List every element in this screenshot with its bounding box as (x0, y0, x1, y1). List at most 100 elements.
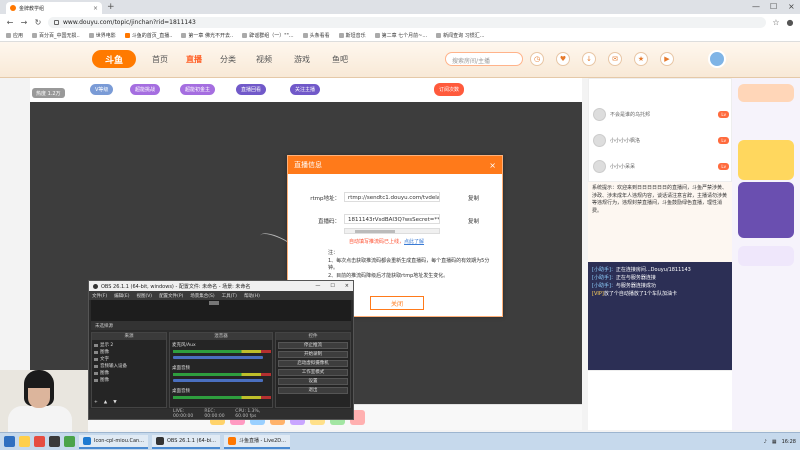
volume-icon[interactable]: ♪ (764, 439, 767, 445)
obs-menu-item[interactable]: 编辑(E) (114, 293, 129, 299)
url-field[interactable]: www.douyu.com/topic/jinchan?rid=1811143 (48, 16, 766, 28)
rank-row[interactable]: 小小小呆呆 Lv (593, 155, 729, 177)
douyu-logo[interactable]: 斗鱼 (92, 50, 136, 68)
rank-row[interactable]: 小小小小枫洛 Lv (593, 129, 729, 151)
learn-more-link[interactable]: 点此了解 (404, 239, 424, 245)
nav-game[interactable]: 游戏 (294, 54, 310, 65)
reload-icon[interactable]: ↻ (34, 18, 42, 27)
rtmp-address-field[interactable]: rtmp://sendtc1.douyu.com/tvdelay (344, 192, 440, 202)
source-item[interactable]: 图像 (94, 377, 166, 383)
forward-icon[interactable]: → (20, 18, 28, 27)
maximize-icon[interactable]: ☐ (770, 2, 777, 11)
up-icon[interactable]: ▲ (104, 400, 107, 405)
bookmark-item[interactable]: 应用 (6, 32, 23, 39)
preview-handle[interactable] (209, 301, 219, 305)
star-icon[interactable]: ☆ (772, 18, 780, 27)
close-window-icon[interactable]: × (788, 2, 795, 11)
bookmark-item[interactable]: 第二章 七个月前~... (374, 32, 427, 39)
fan-badge[interactable]: 超能初金主 (180, 84, 216, 95)
stop-streaming-button[interactable]: 停止推流 (278, 342, 348, 349)
bookmark-item[interactable]: 世界电影 (88, 32, 116, 39)
nav-live[interactable]: 直播 (186, 54, 202, 65)
explorer-icon[interactable] (19, 436, 30, 447)
copy-code-button[interactable]: 复制 (468, 217, 479, 225)
profile-icon[interactable]: ● (786, 18, 794, 27)
obs-menu-item[interactable]: 视图(V) (136, 293, 152, 299)
nav-video[interactable]: 视频 (256, 54, 272, 65)
source-item[interactable]: 图像 (94, 370, 166, 376)
obs-close-icon[interactable]: × (345, 283, 349, 289)
history-icon[interactable]: ◷ (530, 52, 544, 66)
obs-menu-item[interactable]: 配置文件(P) (159, 293, 183, 299)
broadcast-icon[interactable]: ▶ (660, 52, 674, 66)
down-icon[interactable]: ▼ (113, 400, 116, 405)
app-icon[interactable] (64, 436, 75, 447)
promo-card[interactable] (738, 246, 794, 266)
scrollbar-thumb[interactable] (355, 230, 395, 233)
nav-home[interactable]: 首页 (152, 54, 168, 65)
stream-code-field[interactable]: 1811143rVsdBAI3Q?wsSecret=******** (344, 214, 440, 224)
studio-mode-button[interactable]: 工作室模式 (278, 369, 348, 376)
message-icon[interactable]: ✉ (608, 52, 622, 66)
obs-minimize-icon[interactable]: — (315, 283, 320, 289)
bookmark-item[interactable]: 头条看看 (302, 32, 330, 39)
obs-menu-item[interactable]: 工具(T) (222, 293, 237, 299)
obs-maximize-icon[interactable]: ☐ (330, 283, 334, 289)
taskbar-app[interactable]: OBS 26.1.1 (64-bi... (151, 434, 220, 449)
challenge-badge[interactable]: 超能挑战 (130, 84, 161, 95)
source-item[interactable]: 图像 (94, 349, 166, 355)
exit-button[interactable]: 退出 (278, 387, 348, 394)
nav-yuba[interactable]: 鱼吧 (332, 54, 348, 65)
bookmark-item[interactable]: 斯坦音乐 (338, 32, 366, 39)
bookmark-item[interactable]: 斗鱼的首页_直播.. (124, 32, 172, 39)
bookmark-item[interactable]: 新闻查询 习惯汇... (436, 32, 485, 39)
volume-slider[interactable] (173, 356, 263, 359)
modal-close-button[interactable]: 关闭 (370, 296, 424, 310)
close-tab-icon[interactable]: × (93, 5, 98, 12)
follow-streamer-badge[interactable]: 关注主播 (290, 84, 321, 95)
chrome-icon[interactable] (34, 436, 45, 447)
source-item[interactable]: 显示 2 (94, 342, 166, 348)
nav-category[interactable]: 分类 (220, 54, 236, 65)
clock[interactable]: 16:28 (782, 439, 796, 445)
chat-input-area[interactable] (588, 370, 732, 430)
source-item[interactable]: 音频输入设备 (94, 363, 166, 369)
follow-icon[interactable]: ♥ (556, 52, 570, 66)
promo-card[interactable] (738, 140, 794, 180)
obs-menu-item[interactable]: 文件(F) (92, 293, 107, 299)
settings-button[interactable]: 设置 (278, 378, 348, 385)
level-badge[interactable]: V等级 (90, 84, 114, 95)
virtual-camera-button[interactable]: 启动虚拟摄像机 (278, 360, 348, 367)
browser-tab[interactable]: 金牌教学组 × (6, 2, 102, 14)
add-icon[interactable]: + (94, 400, 98, 405)
task-icon[interactable]: ★ (634, 52, 648, 66)
site-search-input[interactable]: 搜索房间/主播 (445, 52, 523, 66)
obs-menu-item[interactable]: 场景集合(S) (190, 293, 214, 299)
minimize-icon[interactable]: — (752, 2, 760, 11)
rank-row[interactable]: 不会是谁的乌托邦 Lv (593, 103, 729, 125)
bookmark-item[interactable]: 百分百_中国无损.. (32, 32, 80, 39)
network-icon[interactable]: ▦ (772, 439, 777, 445)
obs-menu-item[interactable]: 帮助(H) (244, 293, 260, 299)
user-avatar[interactable] (708, 50, 726, 68)
source-item[interactable]: 文字 (94, 356, 166, 362)
promo-card[interactable] (738, 182, 794, 238)
taskbar-app[interactable]: 斗鱼直播 - Live2D... (223, 434, 290, 449)
modal-close-icon[interactable]: × (489, 161, 496, 170)
back-icon[interactable]: ← (6, 18, 14, 27)
download-icon[interactable]: ↓ (582, 52, 596, 66)
code-scrollbar[interactable] (344, 228, 440, 234)
app-icon[interactable] (49, 436, 60, 447)
start-icon[interactable] (4, 436, 15, 447)
bookmark-item[interactable]: 第一章 佛光不开去.. (181, 32, 233, 39)
promo-card[interactable] (738, 84, 794, 102)
start-recording-button[interactable]: 开始录制 (278, 351, 348, 358)
taskbar-app[interactable]: Icon-cpl-miou.Can... (79, 434, 148, 449)
bookmark-item[interactable]: 辟谣群组（一）""... (242, 32, 294, 39)
new-tab-icon[interactable]: + (107, 2, 115, 12)
replay-badge[interactable]: 直播回看 (236, 84, 267, 95)
copy-rtmp-button[interactable]: 复制 (468, 194, 479, 202)
subscribe-button[interactable]: 订阅次数 (434, 83, 465, 96)
volume-slider[interactable] (173, 379, 263, 382)
obs-preview[interactable] (91, 300, 351, 321)
